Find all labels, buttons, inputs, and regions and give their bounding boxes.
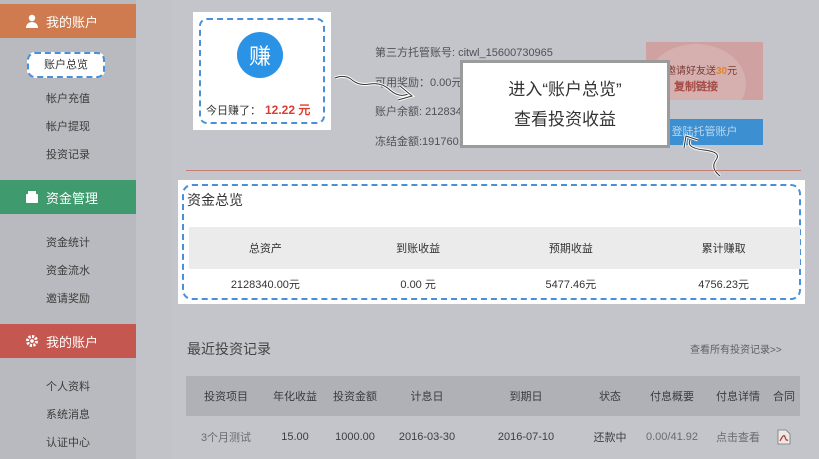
callout-line-2: 查看投资收益 — [514, 110, 616, 129]
investments-table-header: 投资项目 年化收益 投资金额 计息日 到期日 状态 付息概要 付息详情 合同 — [186, 376, 800, 416]
contract-pdf-icon[interactable] — [768, 422, 800, 452]
sidebar-item-fund-stats[interactable]: 资金统计 — [0, 234, 136, 250]
header-expected-income: 预期收益 — [548, 243, 593, 255]
column-header: 年化收益 — [273, 391, 317, 403]
earnings-card: 赚 今日赚了： 12.22 元 — [193, 12, 331, 130]
value-received-income: 0.00 元 — [400, 279, 436, 291]
callout-line-1: 进入“账户总览” — [508, 80, 622, 99]
cell-start-date: 2016-03-30 — [398, 431, 456, 443]
copy-link-button[interactable]: 复制链接 — [674, 78, 718, 94]
sidebar-item-invite-reward[interactable]: 邀请奖励 — [0, 290, 136, 306]
sidebar-item-messages[interactable]: 系统消息 — [0, 406, 136, 422]
cell-interest-summary: 0.00/41.92 — [646, 431, 698, 443]
column-header: 状态 — [599, 391, 621, 403]
cell-status: 还款中 — [593, 432, 627, 444]
today-earnings-amount: 12.22 元 — [265, 103, 311, 117]
column-header: 到期日 — [509, 391, 543, 403]
custody-account: 第三方托管账号: citwl_15600730965 — [375, 47, 553, 59]
sidebar-item-recharge[interactable]: 帐户充值 — [0, 90, 136, 106]
value-total-assets: 2128340.00元 — [230, 279, 300, 291]
today-earnings: 今日赚了： 12.22 元 — [206, 101, 310, 118]
earn-badge-icon: 赚 — [237, 32, 283, 78]
view-all-investments-link[interactable]: 查看所有投资记录>> — [690, 341, 782, 356]
arrow-icon — [334, 74, 416, 102]
user-icon — [24, 13, 40, 29]
sidebar: 我的账户 账户总览 帐户充值 帐户提现 投资记录 资金管理 资金统计 资金流水 … — [0, 0, 136, 459]
fund-overview-title: 资金总览 — [187, 192, 243, 208]
fund-overview-values: 2128340.00元 0.00 元 5477.46元 4756.23元 — [189, 269, 800, 299]
cell-due-date: 2016-07-10 — [497, 431, 555, 443]
column-header: 付息概要 — [650, 391, 694, 403]
sidebar-section-profile[interactable]: 我的账户 — [0, 324, 136, 358]
sidebar-section-funds[interactable]: 资金管理 — [0, 180, 136, 214]
value-expected-income: 5477.46元 — [545, 279, 597, 291]
cell-annual-yield: 15.00 — [281, 431, 309, 443]
tutorial-callout: 进入“账户总览” 查看投资收益 — [460, 60, 670, 148]
fund-overview-header: 总资产 到账收益 预期收益 累计赚取 — [189, 227, 800, 269]
sidebar-item-account-overview[interactable]: 账户总览 — [27, 52, 105, 78]
today-earnings-label: 今日赚了： — [206, 105, 261, 117]
divider — [186, 170, 801, 171]
header-received-income: 到账收益 — [396, 243, 441, 255]
sidebar-item-invest-records[interactable]: 投资记录 — [0, 146, 136, 162]
view-details-link[interactable]: 点击查看 — [708, 422, 768, 452]
sidebar-item-profile[interactable]: 个人资料 — [0, 378, 136, 394]
money-icon — [24, 189, 40, 205]
column-header: 计息日 — [410, 391, 444, 403]
sidebar-section-title: 我的账户 — [46, 14, 99, 30]
recent-investments-title: 最近投资记录 — [187, 341, 271, 357]
header-total-assets: 总资产 — [248, 243, 282, 255]
value-cumulative-earnings: 4756.23元 — [698, 279, 749, 291]
arrow-icon — [682, 134, 721, 178]
cell-amount: 1000.00 — [335, 431, 375, 443]
sidebar-section-title: 资金管理 — [46, 190, 99, 206]
table-row: 3个月测试 15.00 1000.00 2016-03-30 2016-07-1… — [186, 422, 800, 452]
column-header: 付息详情 — [716, 391, 760, 403]
gear-icon — [24, 333, 40, 349]
sidebar-section-title: 我的账户 — [46, 334, 99, 350]
column-header: 合同 — [773, 391, 795, 403]
header-cumulative-earnings: 累计赚取 — [701, 243, 746, 255]
column-header: 投资项目 — [204, 391, 248, 403]
column-header: 投资金额 — [333, 391, 377, 403]
sidebar-section-account[interactable]: 我的账户 — [0, 4, 136, 38]
sidebar-item-verification[interactable]: 认证中心 — [0, 434, 136, 450]
promo-line-1: 邀请好友送30元 — [666, 66, 738, 77]
sidebar-item-fund-flow[interactable]: 资金流水 — [0, 262, 136, 278]
sidebar-item-withdraw[interactable]: 帐户提现 — [0, 118, 136, 134]
cell-project[interactable]: 3个月测试 — [186, 422, 266, 452]
